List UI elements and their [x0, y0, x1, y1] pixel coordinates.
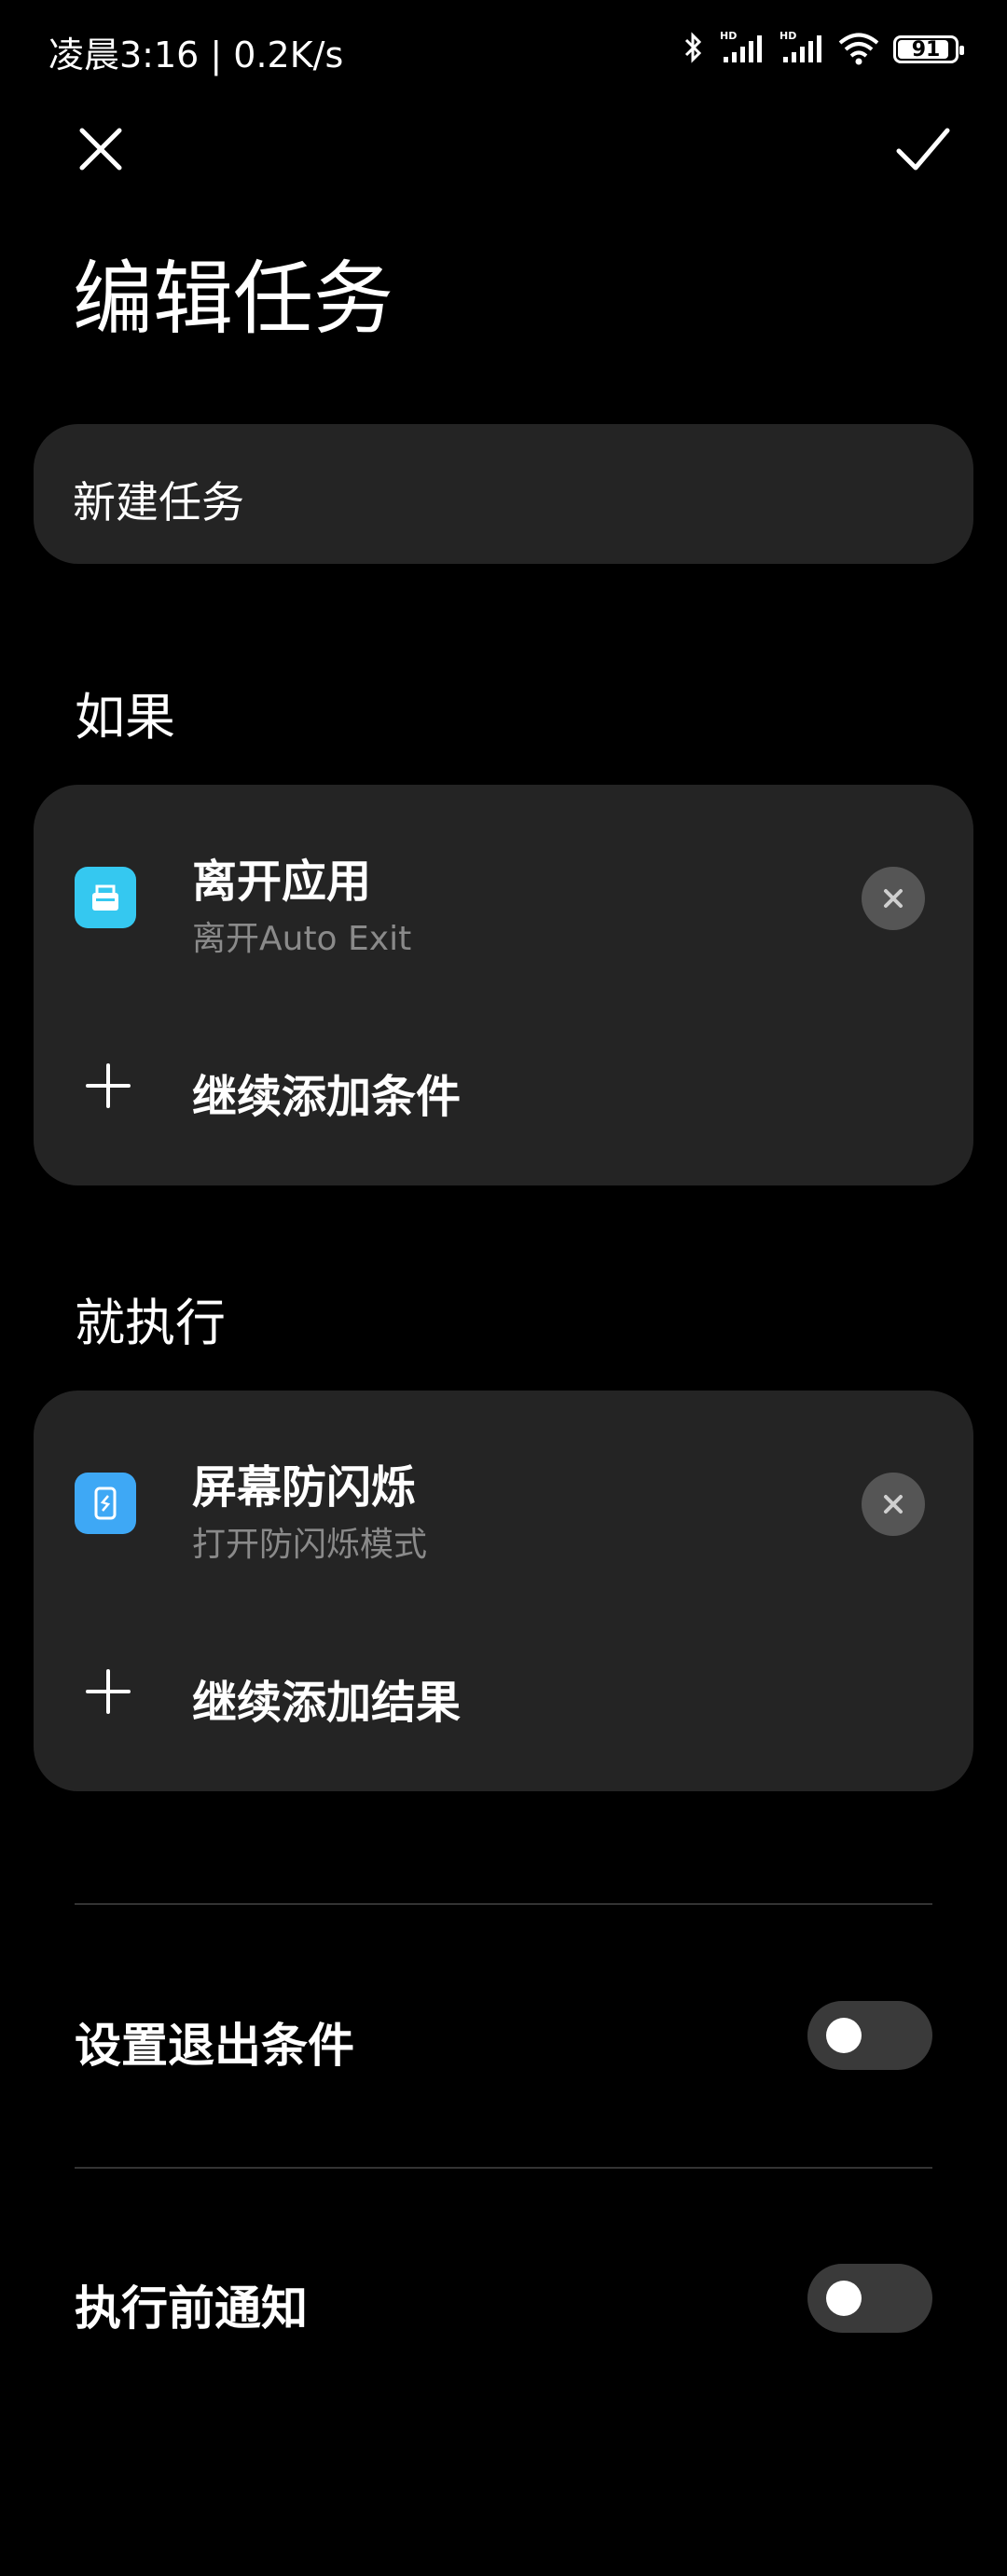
close-icon [884, 1495, 903, 1514]
battery-icon: 91 [893, 35, 964, 63]
add-condition-button[interactable]: 继续添加条件 [34, 1032, 973, 1144]
confirm-button[interactable] [886, 112, 960, 186]
app-exit-icon [75, 867, 136, 928]
add-condition-label: 继续添加条件 [192, 1071, 462, 1123]
close-icon [884, 889, 903, 908]
remove-action-button[interactable] [862, 1473, 925, 1536]
conditions-section-label: 如果 [75, 688, 175, 747]
conditions-card: 离开应用 离开Auto Exit 继续添加条件 [34, 785, 973, 1185]
check-icon [896, 128, 950, 171]
notify-before-toggle[interactable] [807, 2264, 932, 2333]
plus-icon [86, 1063, 131, 1108]
page-title: 编辑任务 [73, 253, 393, 346]
status-time: 凌晨3:16 | 0.2K/s [48, 34, 344, 75]
notify-before-label: 执行前通知 [75, 2281, 308, 2336]
notify-before-setting: 执行前通知 [0, 2234, 1007, 2364]
close-icon [79, 128, 122, 171]
action-subtitle: 打开防闪烁模式 [192, 1526, 428, 1564]
divider [75, 2167, 932, 2169]
toggle-knob [826, 2281, 862, 2316]
exit-condition-label: 设置退出条件 [75, 2019, 354, 2073]
action-title[interactable]: 屏幕防闪烁 [192, 1450, 416, 1515]
actions-card: 屏幕防闪烁 打开防闪烁模式 继续添加结果 [34, 1391, 973, 1791]
svg-text:HD: HD [779, 30, 796, 42]
plus-icon [86, 1669, 131, 1714]
close-button[interactable] [63, 112, 138, 186]
exit-condition-toggle[interactable] [807, 2001, 932, 2070]
svg-text:HD: HD [720, 30, 737, 42]
signal-hd-icon: HD [778, 29, 824, 70]
toggle-knob [826, 2018, 862, 2053]
wifi-icon [837, 29, 880, 70]
remove-condition-button[interactable] [862, 867, 925, 930]
divider [75, 1903, 932, 1905]
status-bar: 凌晨3:16 | 0.2K/s HD HD 91 [0, 0, 1007, 93]
signal-hd-icon: HD [718, 29, 765, 70]
condition-title[interactable]: 离开应用 [192, 844, 371, 910]
battery-level: 91 [911, 37, 941, 62]
task-name-field[interactable]: 新建任务 [34, 424, 973, 564]
status-icons: HD HD 91 [683, 26, 964, 73]
exit-condition-setting: 设置退出条件 [0, 1971, 1007, 2102]
add-action-button[interactable]: 继续添加结果 [34, 1637, 973, 1749]
actions-section-label: 就执行 [75, 1294, 226, 1352]
screen-flicker-icon [75, 1473, 136, 1534]
bluetooth-icon [683, 29, 705, 70]
condition-subtitle: 离开Auto Exit [192, 920, 412, 958]
add-action-label: 继续添加结果 [192, 1677, 462, 1729]
task-name-value: 新建任务 [73, 477, 244, 528]
